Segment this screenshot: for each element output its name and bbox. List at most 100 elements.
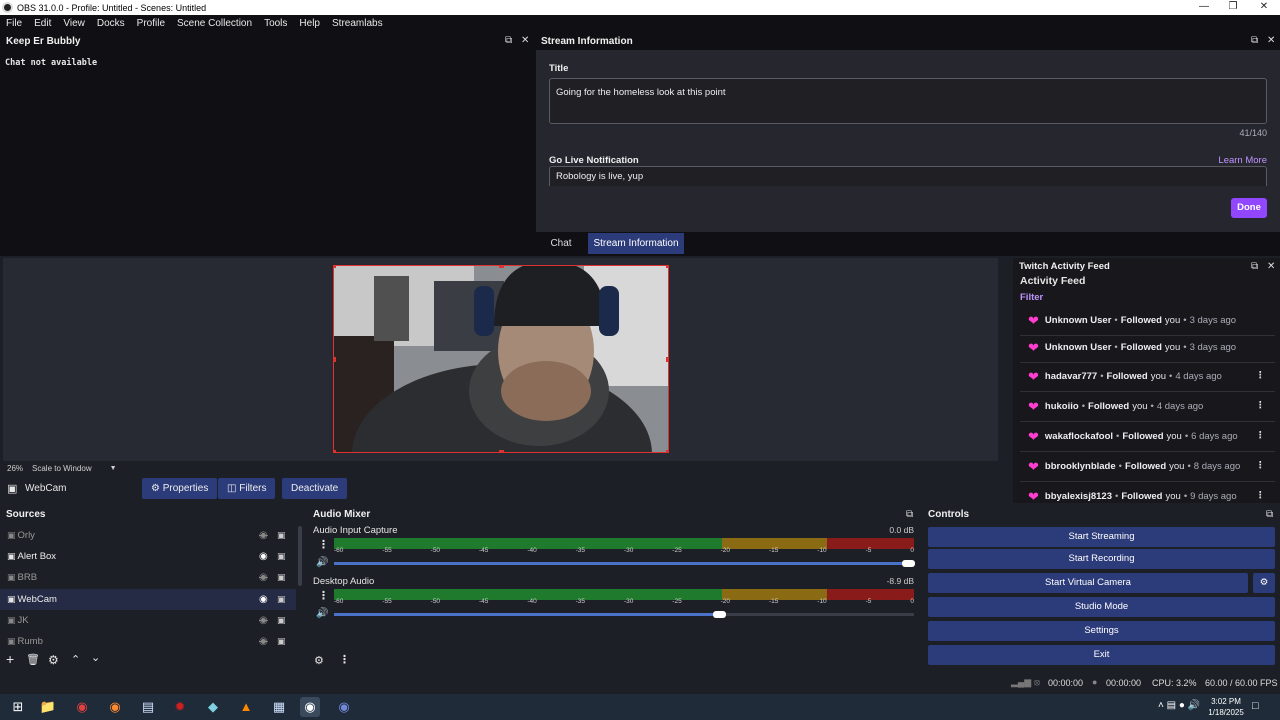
go-live-input[interactable]: Robology is live, yup [549,166,1267,186]
move-up-icon[interactable]: ⌃ [71,653,80,666]
more-icon[interactable]: ⋮ [1256,430,1266,441]
start-streaming-button[interactable]: Start Streaming [928,527,1275,547]
chevron-down-icon[interactable]: ▼ [110,465,117,472]
app-icon[interactable]: ◆ [203,697,223,717]
activity-item[interactable]: ❤ hukoiio • Followed you • 4 days ago ⋮ [1020,392,1275,422]
visibility-eye-icon[interactable]: ◉ [259,594,268,605]
lock-icon[interactable]: ▣ [277,615,286,626]
studio-mode-button[interactable]: Studio Mode [928,597,1275,617]
float-dock-icon[interactable]: ⧉ [906,509,913,520]
visibility-eye-icon[interactable]: ◉ [259,551,268,562]
speaker-icon[interactable]: 🔊 [316,608,328,619]
visibility-eye-icon[interactable]: ◉ [259,572,268,583]
menu-docks[interactable]: Docks [97,18,125,29]
file-explorer-icon[interactable]: 📁 [38,697,58,717]
chrome-icon[interactable]: ◉ [72,697,92,717]
more-icon[interactable]: ⋮ [1256,490,1266,501]
notifications-icon[interactable]: □ [1252,700,1259,712]
mixer-menu-icon[interactable]: ⋮ [339,653,350,666]
menu-file[interactable]: File [6,18,22,29]
more-icon[interactable]: ⋮ [1256,400,1266,411]
activity-item[interactable]: ❤ Unknown User • Followed you • 3 days ago [1020,333,1275,363]
scale-mode-select[interactable]: Scale to Window [32,464,92,473]
speaker-icon[interactable]: 🔊 [316,557,328,568]
source-item[interactable]: ▣ WebCam ◉ ▣ [0,589,296,610]
menu-edit[interactable]: Edit [34,18,51,29]
sources-scrollbar[interactable] [298,526,302,586]
tab-chat[interactable]: Chat [539,233,583,254]
filter-link[interactable]: Filter [1020,292,1043,303]
resize-handle[interactable] [334,266,336,268]
menu-help[interactable]: Help [299,18,320,29]
close-dock-icon[interactable]: ✕ [521,35,529,46]
close-dock-icon[interactable]: ✕ [1267,35,1275,46]
properties-button[interactable]: ⚙ Properties [142,478,218,499]
float-dock-icon[interactable]: ⧉ [1251,35,1258,46]
filters-button[interactable]: ◫ Filters [218,478,276,499]
clock[interactable]: 3:02 PM 1/18/2025 [1203,696,1249,718]
source-item[interactable]: ▣ BRB ◉ ▣ [0,567,296,588]
menu-scene-collection[interactable]: Scene Collection [177,18,252,29]
resize-handle[interactable] [666,450,668,452]
resize-handle[interactable] [666,266,668,268]
resize-handle[interactable] [499,450,504,452]
start-recording-button[interactable]: Start Recording [928,549,1275,569]
activity-item[interactable]: ❤ bbrooklynblade • Followed you • 8 days ago ⋮ [1020,452,1275,482]
exit-button[interactable]: Exit [928,645,1275,665]
close-dock-icon[interactable]: ✕ [1267,261,1275,272]
done-button[interactable]: Done [1231,198,1267,218]
discord-icon[interactable]: ◉ [334,697,354,717]
more-icon[interactable]: ⋮ [1256,460,1266,471]
close-icon[interactable]: ✕ [1248,0,1280,15]
deactivate-button[interactable]: Deactivate [282,478,348,499]
channel-menu-icon[interactable]: ⋮ [318,538,329,551]
resize-handle[interactable] [334,357,336,362]
firefox-icon[interactable]: ◉ [105,697,125,717]
move-down-icon[interactable]: ⌄ [91,651,100,664]
more-icon[interactable]: ⋮ [1256,370,1266,381]
menu-tools[interactable]: Tools [264,18,287,29]
settings-button[interactable]: Settings [928,621,1275,641]
source-item[interactable]: ▣ JK ◉ ▣ [0,610,296,631]
webcam-source[interactable] [333,265,669,453]
tray-icons[interactable]: ˄ ▤ ● 🔊 [1158,700,1200,711]
volume-slider-handle[interactable] [902,560,915,567]
lock-icon[interactable]: ▣ [277,551,286,562]
menu-streamlabs[interactable]: Streamlabs [332,18,383,29]
minimize-icon[interactable]: — [1188,0,1220,15]
app-icon[interactable]: ✹ [170,697,190,717]
lock-icon[interactable]: ▣ [277,636,286,647]
activity-item[interactable]: ❤ wakaflockafool • Followed you • 6 days ago ⋮ [1020,422,1275,452]
visibility-eye-icon[interactable]: ◉ [259,530,268,541]
trash-icon[interactable]: 🗑 [26,653,40,666]
calculator-icon[interactable]: ▦ [269,697,289,717]
lock-icon[interactable]: ▣ [277,572,286,583]
lock-icon[interactable]: ▣ [277,594,286,605]
menu-view[interactable]: View [63,18,85,29]
float-dock-icon[interactable]: ⧉ [1266,509,1273,520]
start-virtual-camera-button[interactable]: Start Virtual Camera [928,573,1248,593]
title-input[interactable]: Going for the homeless look at this poin… [549,78,1267,124]
visibility-eye-icon[interactable]: ◉ [259,615,268,626]
resize-handle[interactable] [666,357,668,362]
vlc-icon[interactable]: ▲ [236,697,256,717]
volume-slider-handle[interactable] [713,611,726,618]
restore-icon[interactable]: ❐ [1217,0,1249,15]
resize-handle[interactable] [499,266,504,268]
obs-taskbar-icon[interactable]: ◉ [300,697,320,717]
channel-menu-icon[interactable]: ⋮ [318,589,329,602]
activity-item[interactable]: ❤ hadavar777 • Followed you • 4 days ago ⋮ [1020,362,1275,392]
source-item[interactable]: ▣ Rumb ◉ ▣ [0,631,296,652]
visibility-eye-icon[interactable]: ◉ [259,636,268,647]
add-source-icon[interactable]: + [6,652,14,666]
notepad-icon[interactable]: ▤ [138,697,158,717]
gear-icon[interactable]: ⚙ [48,653,59,667]
menu-profile[interactable]: Profile [137,18,165,29]
tab-stream-information[interactable]: Stream Information [588,233,684,254]
resize-handle[interactable] [334,450,336,452]
learn-more-link[interactable]: Learn More [1218,155,1267,166]
float-dock-icon[interactable]: ⧉ [505,35,512,46]
lock-icon[interactable]: ▣ [277,530,286,541]
windows-start-icon[interactable]: ⊞ [8,697,28,717]
source-item[interactable]: ▣ Orly ◉ ▣ [0,525,296,546]
